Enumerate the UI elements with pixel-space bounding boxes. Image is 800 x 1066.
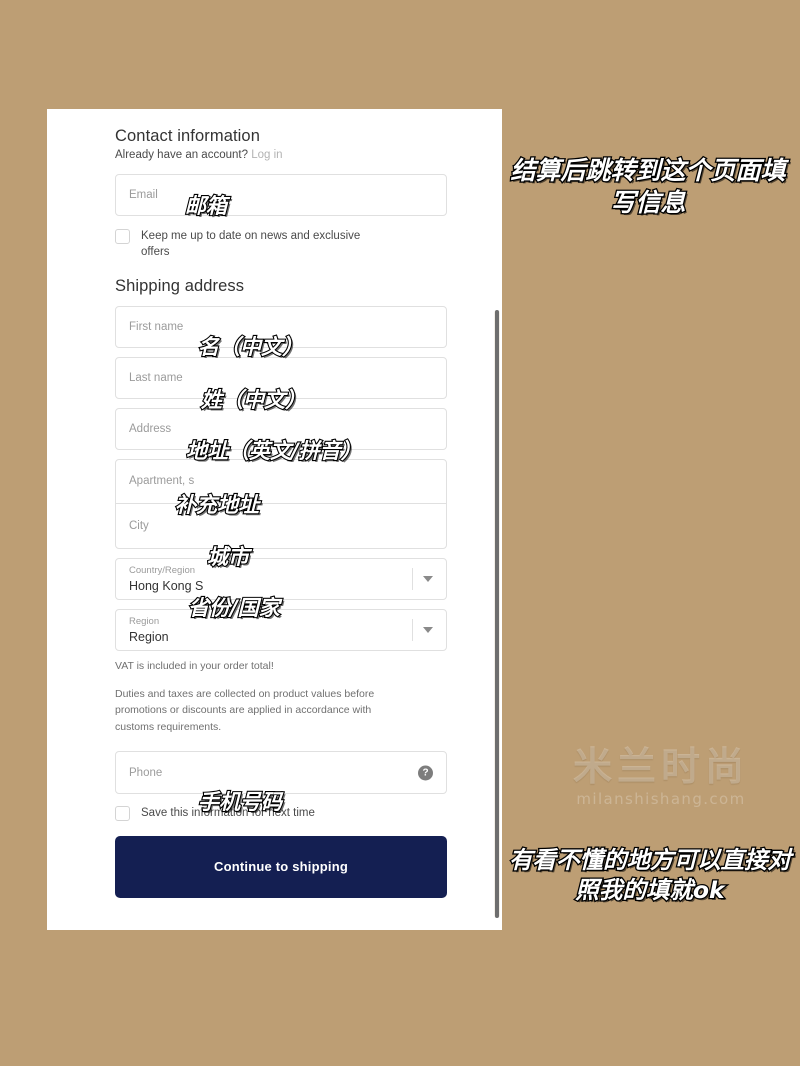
- contact-information-title: Contact information: [115, 127, 260, 145]
- country-region-select[interactable]: Country/Region Hong Kong S: [115, 557, 447, 600]
- select-divider: [412, 567, 413, 590]
- watermark-url: milanshishang.com: [576, 790, 746, 808]
- shipping-address-title: Shipping address: [115, 276, 245, 295]
- address-field[interactable]: Address: [115, 407, 447, 450]
- newsletter-label: Keep me up to date on news and exclusive…: [141, 230, 361, 259]
- apartment-field[interactable]: Apartment, s: [116, 460, 446, 504]
- vat-note: VAT is included in your order total!: [115, 659, 274, 672]
- first-name-placeholder: First name: [129, 320, 184, 333]
- help-circle-icon[interactable]: ?: [418, 765, 433, 781]
- duties-note: Duties and taxes are collected on produc…: [115, 687, 375, 733]
- email-placeholder: Email: [129, 189, 158, 201]
- country-region-label: Country/Region: [129, 564, 196, 576]
- chevron-down-icon[interactable]: [423, 575, 433, 582]
- log-in-link[interactable]: Log in: [251, 149, 282, 161]
- select-divider: [412, 618, 413, 641]
- last-name-field[interactable]: Last name: [115, 356, 447, 399]
- continue-to-shipping-button[interactable]: Continue to shipping: [115, 835, 447, 898]
- country-region-value: Hong Kong S: [129, 578, 204, 593]
- phone-field[interactable]: Phone ?: [115, 751, 447, 795]
- checkout-card: Contact information Already have an acco…: [47, 109, 502, 930]
- newsletter-checkbox[interactable]: [115, 229, 130, 244]
- region-select[interactable]: Region Region: [115, 608, 447, 651]
- watermark: 米兰时尚 milanshishang.com: [536, 748, 786, 808]
- address-placeholder: Address: [129, 422, 172, 435]
- first-name-field[interactable]: First name: [115, 305, 447, 348]
- annotation-bottom-note: 有看不懂的地方可以直接对照我的填就ok: [508, 845, 793, 906]
- region-label: Region: [129, 615, 160, 627]
- annotation-top-note: 结算后跳转到这个页面填写信息: [509, 155, 787, 219]
- watermark-brand: 米兰时尚: [572, 745, 749, 790]
- login-prompt: Already have an account? Log in: [115, 149, 447, 161]
- login-prompt-text: Already have an account?: [115, 149, 248, 161]
- region-value: Region: [129, 629, 169, 644]
- save-info-label: Save this information for next time: [141, 807, 315, 820]
- save-info-checkbox-row[interactable]: Save this information for next time: [115, 805, 447, 822]
- email-field[interactable]: Email: [115, 174, 447, 216]
- save-info-checkbox[interactable]: [115, 806, 130, 822]
- address-detail-group: Apartment, s City: [115, 458, 447, 549]
- apartment-placeholder: Apartment, s: [129, 475, 195, 488]
- city-placeholder: City: [129, 519, 149, 532]
- card-scrollbar-thumb[interactable]: [495, 310, 499, 918]
- card-scrollbar-track[interactable]: [494, 310, 500, 918]
- newsletter-checkbox-row[interactable]: Keep me up to date on news and exclusive…: [115, 228, 447, 261]
- city-field[interactable]: City: [116, 504, 446, 548]
- checkout-form: Contact information Already have an acco…: [47, 109, 502, 898]
- phone-placeholder: Phone: [129, 766, 163, 779]
- last-name-placeholder: Last name: [129, 371, 183, 384]
- chevron-down-icon[interactable]: [423, 626, 433, 633]
